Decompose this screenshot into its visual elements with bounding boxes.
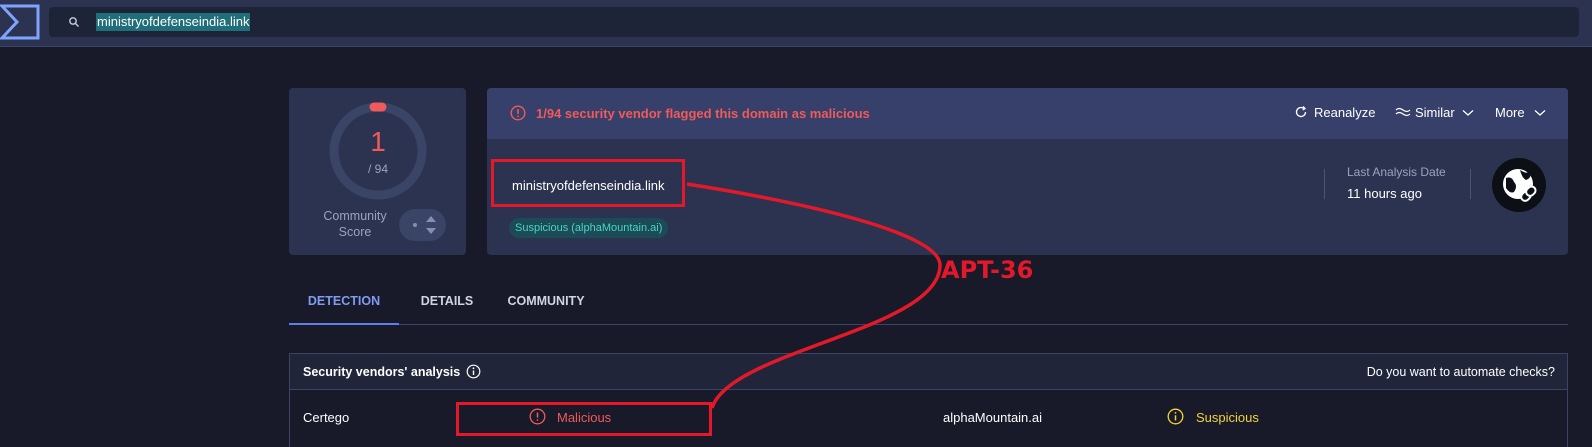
table-row: Certego Malicious alphaMountain.ai Suspi… xyxy=(290,390,1567,442)
annotation-label: APT-36 xyxy=(941,256,1034,284)
alert-banner: 1/94 security vendor flagged this domain… xyxy=(487,88,1568,139)
more-dropdown[interactable]: More xyxy=(1495,105,1546,120)
last-analysis-label: Last Analysis Date xyxy=(1347,165,1446,179)
community-vote-control[interactable] xyxy=(399,209,446,241)
vendors-title: Security vendors' analysis xyxy=(303,365,461,379)
vendor-result-suspicious: Suspicious xyxy=(1196,410,1259,425)
divider xyxy=(1324,169,1325,199)
upvote-icon[interactable] xyxy=(426,216,436,222)
result-tabs: DETECTION DETAILS COMMUNITY xyxy=(289,287,1568,325)
detection-total: / 94 xyxy=(367,162,388,176)
search-icon xyxy=(69,17,79,27)
chevron-down-icon xyxy=(1462,110,1474,116)
last-analysis-value: 11 hours ago xyxy=(1347,186,1422,201)
reanalyze-label: Reanalyze xyxy=(1314,105,1376,120)
more-label: More xyxy=(1495,105,1525,120)
divider xyxy=(1470,169,1471,199)
vendor-result-malicious: Malicious xyxy=(557,410,612,425)
virustotal-logo-icon[interactable] xyxy=(0,4,40,40)
vendors-analysis-table: Security vendors' analysis Do you want t… xyxy=(289,353,1568,447)
community-label-line1: Community xyxy=(323,209,387,223)
info-icon[interactable] xyxy=(466,364,481,379)
search-query-text[interactable]: ministryofdefenseindia.link xyxy=(96,13,251,31)
alert-message: 1/94 security vendor flagged this domain… xyxy=(536,106,870,121)
detection-count: 1 xyxy=(370,126,386,157)
domain-globe-icon xyxy=(1492,158,1546,212)
similar-label: Similar xyxy=(1415,105,1455,120)
reanalyze-button[interactable]: Reanalyze xyxy=(1294,105,1375,120)
suspicious-tag[interactable]: Suspicious (alphaMountain.ai) xyxy=(509,218,669,238)
tab-details[interactable]: DETAILS xyxy=(407,287,487,325)
vendor-name: alphaMountain.ai xyxy=(943,410,1043,425)
search-input[interactable]: ministryofdefenseindia.link xyxy=(49,7,1579,37)
community-label-line2: Score xyxy=(338,225,372,239)
similar-dropdown[interactable]: Similar xyxy=(1395,105,1474,120)
tab-community[interactable]: COMMUNITY xyxy=(501,287,591,325)
alert-circle-icon xyxy=(510,105,526,121)
community-score-label: Community Score xyxy=(315,208,395,240)
tab-detection[interactable]: DETECTION xyxy=(289,287,399,325)
detection-score-card: 1 / 94 Community Score xyxy=(289,88,466,255)
globe-link-icon xyxy=(1503,169,1537,202)
domain-detail-card: 1/94 security vendor flagged this domain… xyxy=(487,88,1568,255)
vendors-table-header: Security vendors' analysis Do you want t… xyxy=(290,354,1567,390)
info-circle-icon xyxy=(1167,408,1184,425)
alert-circle-icon xyxy=(529,408,546,425)
automate-checks-link[interactable]: Do you want to automate checks? xyxy=(1367,365,1555,379)
chevron-down-icon xyxy=(1534,110,1546,116)
downvote-icon[interactable] xyxy=(426,228,436,234)
vote-score-dot xyxy=(413,223,417,227)
similar-icon xyxy=(1395,107,1411,117)
domain-name: ministryofdefenseindia.link xyxy=(512,178,665,193)
domain-highlight-box: ministryofdefenseindia.link xyxy=(491,159,685,207)
refresh-icon xyxy=(1295,106,1307,118)
top-bar: ministryofdefenseindia.link xyxy=(0,0,1592,47)
vendor-name: Certego xyxy=(303,410,350,425)
